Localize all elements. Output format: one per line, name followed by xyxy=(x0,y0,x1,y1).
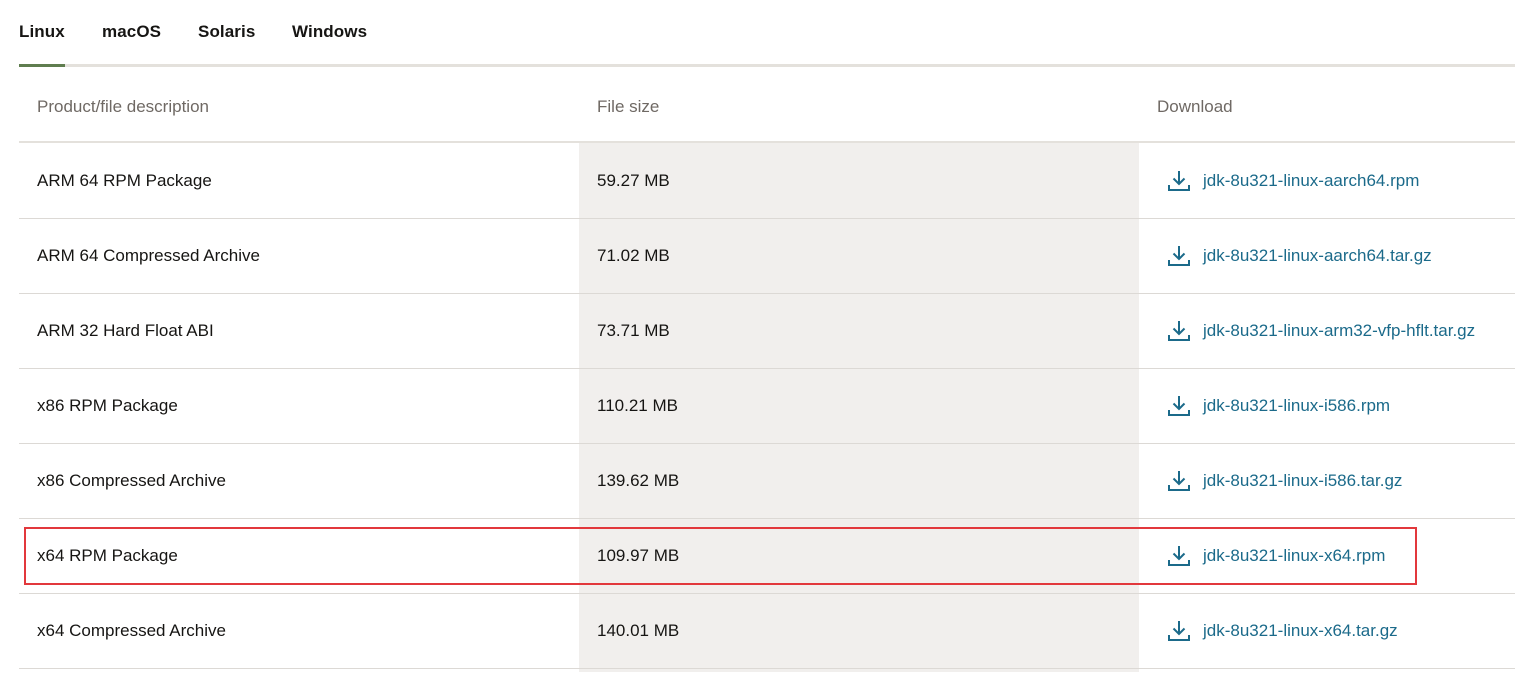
header-description: Product/file description xyxy=(37,97,209,116)
download-icon xyxy=(1168,545,1190,566)
table-row: x86 Compressed Archive 139.62 MB jdk-8u3… xyxy=(19,443,1515,519)
table-row: x64 RPM Package 109.97 MB jdk-8u321-linu… xyxy=(19,518,1515,594)
row-description: ARM 64 RPM Package xyxy=(37,171,212,190)
download-link[interactable]: jdk-8u321-linux-i586.tar.gz xyxy=(1166,443,1402,518)
download-icon xyxy=(1168,470,1190,491)
tab-solaris[interactable]: Solaris xyxy=(198,22,255,42)
download-link[interactable]: jdk-8u321-linux-aarch64.tar.gz xyxy=(1166,218,1432,293)
download-filename: jdk-8u321-linux-x64.tar.gz xyxy=(1203,621,1398,640)
row-download: jdk-8u321-linux-aarch64.rpm xyxy=(1166,143,1419,218)
download-icon xyxy=(1168,395,1190,416)
row-download: jdk-8u321-linux-x64.rpm xyxy=(1166,518,1385,593)
download-icon xyxy=(1168,245,1190,266)
table-row: x64 Compressed Archive 140.01 MB jdk-8u3… xyxy=(19,593,1515,669)
table-header: Product/file description File size Downl… xyxy=(19,68,1515,143)
row-file-size: 59.27 MB xyxy=(597,171,670,190)
download-link[interactable]: jdk-8u321-linux-aarch64.rpm xyxy=(1166,143,1419,218)
row-download: jdk-8u321-linux-i586.tar.gz xyxy=(1166,443,1402,518)
row-download: jdk-8u321-linux-i586.rpm xyxy=(1166,368,1390,443)
row-description: x64 Compressed Archive xyxy=(37,621,226,640)
download-filename: jdk-8u321-linux-i586.rpm xyxy=(1203,396,1391,415)
row-download: jdk-8u321-linux-aarch64.tar.gz xyxy=(1166,218,1432,293)
row-description: ARM 64 Compressed Archive xyxy=(37,246,260,265)
download-link[interactable]: jdk-8u321-linux-i586.rpm xyxy=(1166,368,1390,443)
download-icon xyxy=(1168,620,1190,641)
row-file-size: 139.62 MB xyxy=(597,471,680,490)
header-file-size: File size xyxy=(597,97,660,116)
download-link[interactable]: jdk-8u321-linux-x64.rpm xyxy=(1166,518,1385,593)
row-description: x86 RPM Package xyxy=(37,396,178,415)
download-filename: jdk-8u321-linux-aarch64.rpm xyxy=(1203,171,1420,190)
table-row: ARM 32 Hard Float ABI 73.71 MB jdk-8u321… xyxy=(19,293,1515,369)
row-file-size: 73.71 MB xyxy=(597,321,670,340)
tab-bar-divider xyxy=(19,64,1515,67)
download-filename: jdk-8u321-linux-aarch64.tar.gz xyxy=(1203,246,1432,265)
download-filename: jdk-8u321-linux-i586.tar.gz xyxy=(1203,471,1403,490)
header-download: Download xyxy=(1157,97,1233,116)
downloads-table: Product/file description File size Downl… xyxy=(19,68,1515,680)
row-download: jdk-8u321-linux-arm32-vfp-hflt.tar.gz xyxy=(1166,293,1475,368)
download-icon xyxy=(1168,320,1190,341)
row-description: x86 Compressed Archive xyxy=(37,471,226,490)
row-download: jdk-8u321-linux-x64.tar.gz xyxy=(1166,593,1398,668)
download-link[interactable]: jdk-8u321-linux-x64.tar.gz xyxy=(1166,593,1398,668)
row-description: ARM 32 Hard Float ABI xyxy=(37,321,214,340)
row-file-size: 140.01 MB xyxy=(597,621,680,640)
row-file-size: 110.21 MB xyxy=(597,396,678,415)
download-link[interactable]: jdk-8u321-linux-arm32-vfp-hflt.tar.gz xyxy=(1166,293,1475,368)
download-icon xyxy=(1168,170,1190,191)
row-description: x64 RPM Package xyxy=(37,546,178,565)
tab-macos[interactable]: macOS xyxy=(102,22,161,42)
tab-linux[interactable]: Linux xyxy=(19,22,65,67)
download-filename: jdk-8u321-linux-x64.rpm xyxy=(1203,546,1386,565)
row-file-size: 71.02 MB xyxy=(597,246,670,265)
download-filename: jdk-8u321-linux-arm32-vfp-hflt.tar.gz xyxy=(1203,321,1476,340)
row-file-size: 109.97 MB xyxy=(597,546,680,565)
table-row: ARM 64 Compressed Archive 71.02 MB jdk-8… xyxy=(19,218,1515,294)
table-row: ARM 64 RPM Package 59.27 MB jdk-8u321-li… xyxy=(19,143,1515,219)
tab-windows[interactable]: Windows xyxy=(292,22,367,42)
os-tabs: Linux macOS Solaris Windows xyxy=(19,0,1515,68)
table-row: x86 RPM Package 110.21 MB jdk-8u321-linu… xyxy=(19,368,1515,444)
